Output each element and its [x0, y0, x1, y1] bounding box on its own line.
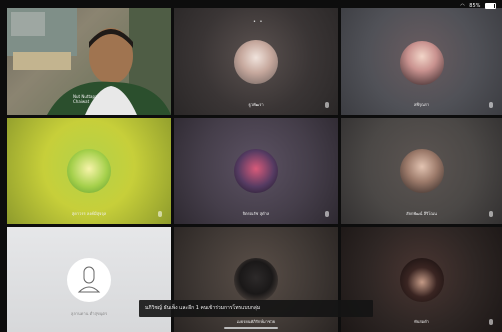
participant-name: ธูวพัฒรา [248, 102, 264, 107]
participant-name: ลพีรุณรา [413, 102, 430, 107]
home-indicator[interactable] [224, 327, 278, 329]
participant-tile-4[interactable]: สุดาวรร ลงค์มีสุจจุล [7, 118, 171, 224]
mic-muted-icon [325, 211, 329, 217]
participant-tile-6[interactable]: สัจกพัฒน์ ลีริโณน [341, 118, 502, 224]
battery-percent: 85% [469, 3, 481, 9]
battery-icon [485, 2, 496, 9]
join-notification-toast: มภิวิชญ์ ธันเพ็ง และอีก 1 คนเข้าร่วมการโ… [139, 300, 373, 317]
participant-name: Nut Nuttapat Chaiwat [73, 94, 100, 104]
participant-tile-1[interactable]: Nut Nuttapat Chaiwat [7, 8, 171, 115]
participant-avatar [234, 149, 278, 193]
participant-tile-3[interactable]: ลพีรุณรา [341, 8, 502, 115]
participant-avatar [400, 41, 444, 85]
participant-name: ทับสอดำ [414, 319, 429, 324]
participant-avatar [67, 149, 111, 193]
default-user-icon [77, 266, 101, 293]
participant-name: สุดาวรร ลงค์มีสุจจุล [71, 211, 107, 216]
mic-muted-icon [489, 211, 493, 217]
mic-muted-icon [325, 102, 329, 108]
participant-name: เมธรยนคัภิรักษ์มาช่วย [236, 319, 276, 324]
mic-muted-icon [489, 102, 493, 108]
mic-muted-icon [489, 319, 493, 325]
participant-avatar [400, 149, 444, 193]
participant-avatar [400, 258, 444, 302]
participant-avatar [234, 40, 278, 84]
participant-avatar [234, 258, 278, 302]
mic-muted-icon [158, 211, 162, 217]
wifi-icon: ◠ [460, 3, 465, 9]
page-indicator: • • [253, 19, 264, 25]
status-bar: ◠ 85% [460, 0, 496, 12]
participant-avatar [67, 258, 111, 302]
participant-name: สัจกพัฒน์ ลีริโณน [406, 211, 437, 216]
participant-tile-5[interactable]: จิตรณรัช สุดำล [174, 118, 338, 224]
participant-name: จิตรณรัช สุดำล [242, 211, 270, 216]
